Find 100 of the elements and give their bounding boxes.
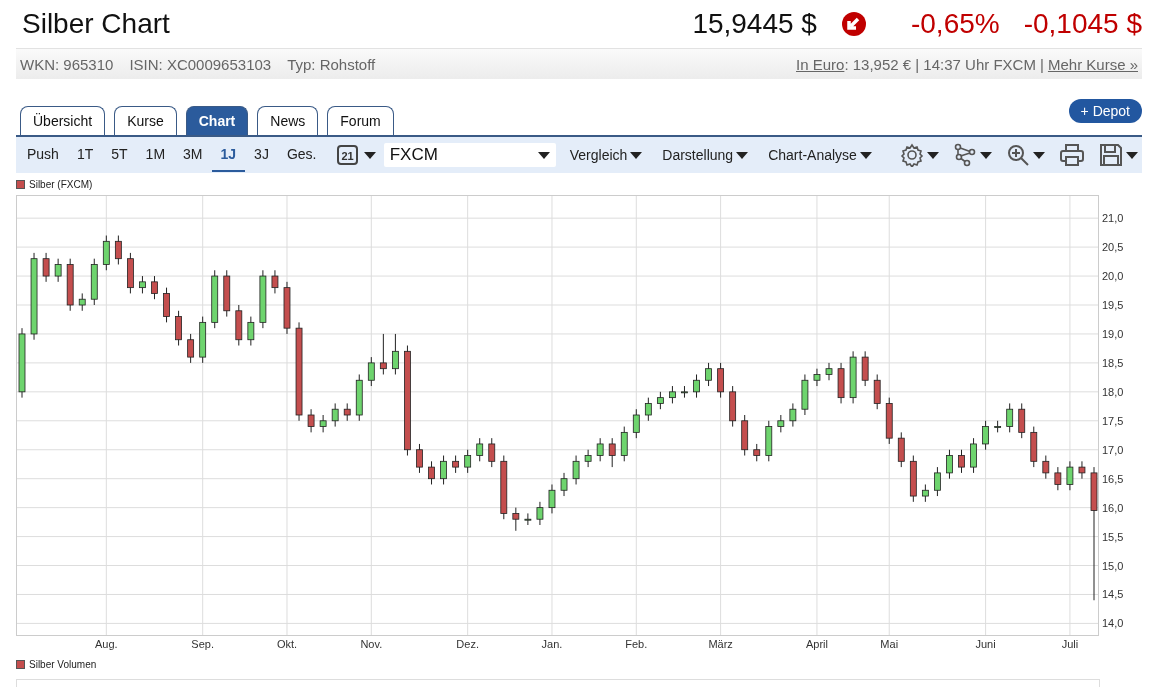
candle [885, 397, 893, 445]
y-axis-label: 15,5 [1102, 530, 1124, 543]
price: 15,9445 $ [692, 8, 817, 40]
in-euro-link[interactable]: In Euro [796, 55, 845, 73]
x-axis-label: Dez. [456, 638, 479, 650]
menu-button[interactable]: Darstellung [656, 146, 755, 164]
candle [78, 292, 86, 312]
candle [319, 414, 327, 433]
candle [777, 414, 785, 433]
legend-swatch [16, 179, 25, 189]
candle [500, 455, 508, 520]
exchange-select[interactable]: FXCM [383, 143, 556, 167]
tab[interactable]: Forum [327, 106, 394, 135]
candle [813, 368, 821, 387]
tab[interactable]: Kurse [114, 106, 177, 135]
candle [909, 455, 917, 503]
candle [994, 420, 1002, 433]
candle [488, 437, 496, 468]
candle [608, 437, 616, 468]
period-button[interactable]: Ges. [277, 138, 326, 172]
candle [765, 420, 773, 462]
x-axis-label: Sep. [191, 638, 214, 650]
period-button[interactable]: Push [18, 138, 68, 172]
candle [693, 373, 700, 399]
candle [1018, 402, 1026, 439]
candle [114, 235, 122, 265]
candle [1030, 426, 1038, 468]
candle [596, 437, 604, 462]
candle [644, 397, 652, 422]
calendar-button[interactable]: 21 [335, 145, 378, 165]
y-axis-label: 19,0 [1102, 327, 1124, 340]
zoom-in-icon [1006, 143, 1030, 167]
candle [837, 362, 845, 404]
candle [428, 460, 435, 485]
tab[interactable]: News [257, 106, 319, 135]
y-axis-label: 21,0 [1102, 212, 1124, 225]
candle [1054, 466, 1062, 491]
candle [921, 483, 929, 503]
period-button[interactable]: 3M [174, 138, 212, 172]
candle [367, 356, 375, 387]
candle [247, 316, 255, 347]
period-button[interactable]: 1T [67, 138, 103, 172]
candle [970, 437, 977, 474]
tab[interactable]: Übersicht [20, 106, 106, 135]
candle [1042, 455, 1050, 480]
candle [789, 402, 797, 428]
period-button[interactable]: 1J [211, 138, 246, 172]
candle [657, 391, 664, 410]
tab[interactable]: Chart [185, 106, 249, 135]
y-axis-label: 14,0 [1102, 617, 1124, 630]
candle [283, 281, 291, 335]
candle [440, 455, 447, 485]
menu-button[interactable]: Vergleich [563, 146, 649, 164]
page-title: Silber Chart [22, 8, 170, 40]
period-button[interactable]: 1M [136, 138, 175, 172]
candle [1006, 402, 1014, 433]
candle [982, 420, 989, 451]
candle [90, 258, 98, 306]
printer-icon [1059, 143, 1085, 167]
period-button[interactable]: 3J [245, 138, 278, 172]
candle [753, 443, 761, 462]
candle [379, 333, 387, 375]
volume-legend: Silber Volumen [29, 658, 97, 670]
candle [536, 501, 544, 526]
candle [572, 455, 580, 485]
nodes-icon [953, 143, 977, 167]
candle [946, 449, 953, 480]
y-axis-label: 16,0 [1102, 501, 1124, 514]
candle [1078, 460, 1086, 480]
period-button[interactable]: 5T [102, 138, 137, 172]
euro-quote: : 13,952 € | 14:37 Uhr FXCM | [844, 55, 1044, 73]
candle [705, 362, 712, 387]
candle [548, 483, 556, 514]
change-percent: -0,65% [910, 8, 1000, 40]
menu-button[interactable]: Chart-Analyse [762, 146, 878, 164]
change-amount: -0,1045 $ [1023, 8, 1142, 40]
candle [66, 258, 74, 312]
candle [331, 402, 339, 428]
add-to-depot-button[interactable]: + Depot [1068, 99, 1142, 123]
chart-legend: Silber (FXCM) [29, 178, 93, 190]
candle [861, 350, 869, 387]
candle [199, 316, 207, 364]
candle [163, 287, 170, 323]
candle [392, 333, 399, 375]
info-text: Typ: Rohstoff [287, 55, 376, 73]
candle [343, 402, 351, 422]
candle [175, 310, 182, 347]
candle [669, 385, 676, 404]
candle [801, 373, 809, 416]
candle [187, 333, 195, 364]
candle [825, 362, 833, 381]
candle [512, 507, 520, 532]
more-quotes-link[interactable]: Mehr Kurse » [1047, 55, 1138, 73]
candle [717, 362, 724, 399]
candle [235, 304, 243, 347]
candle [355, 373, 363, 422]
candle [632, 408, 640, 439]
y-axis-label: 20,0 [1102, 270, 1124, 283]
y-axis-label: 18,0 [1102, 385, 1124, 398]
candle [102, 235, 110, 271]
